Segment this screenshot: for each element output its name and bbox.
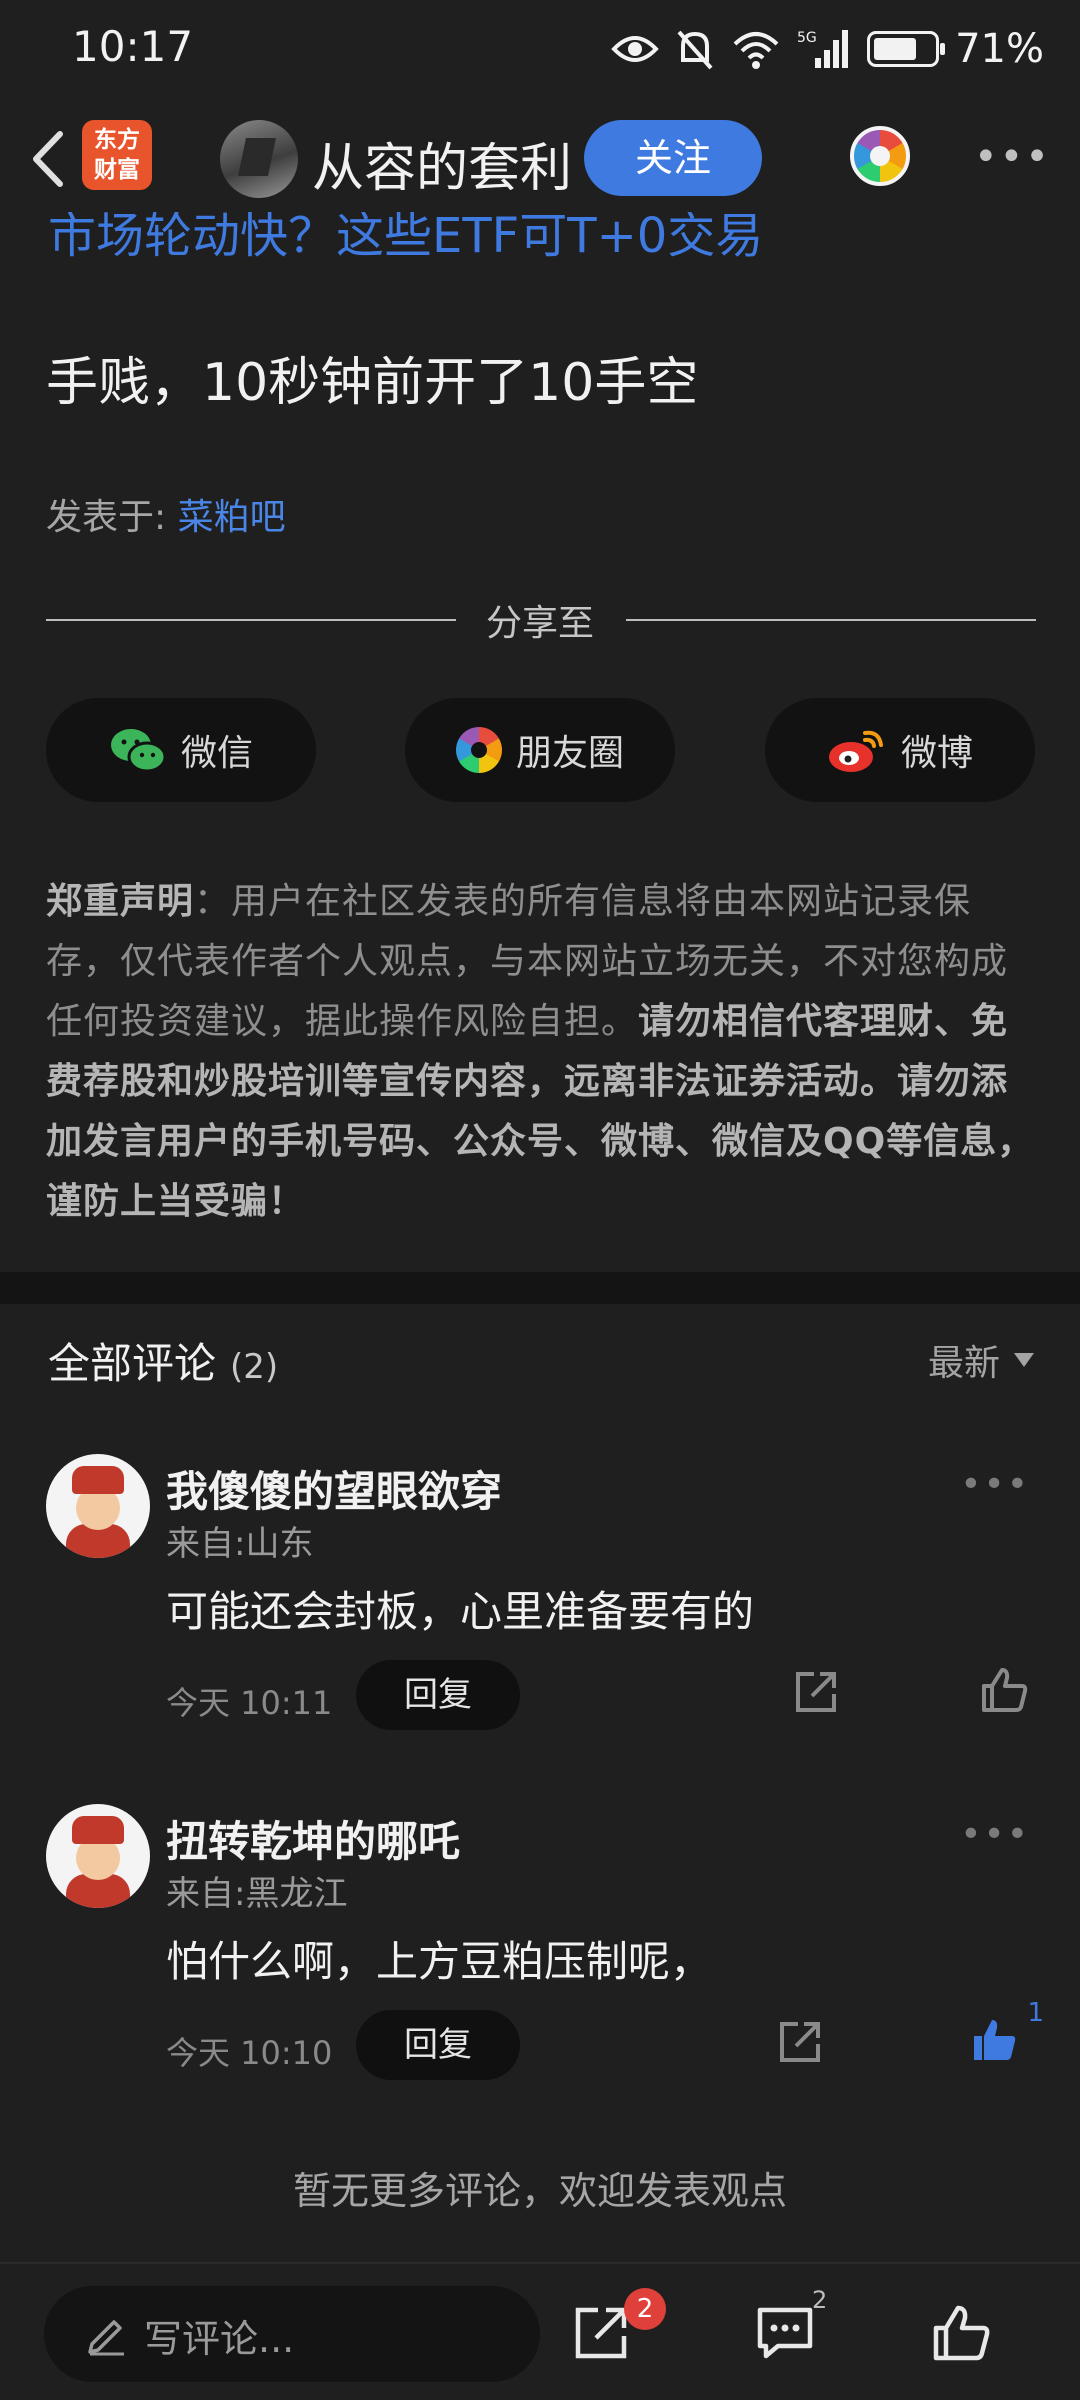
mute-bell-icon — [677, 30, 713, 70]
divider-line-right — [626, 619, 1036, 621]
share-icon[interactable] — [792, 1668, 840, 1716]
comment-item: 我傻傻的望眼欲穿 来自:山东 ••• 可能还会封板，心里准备要有的 今天 10:… — [0, 1454, 1080, 1784]
disclaimer-colon: ： — [194, 881, 232, 922]
bottom-action-bar: 写评论... 2 2 — [0, 2262, 1080, 2400]
dropdown-arrow-icon — [1014, 1353, 1034, 1367]
thumbs-up-icon[interactable] — [978, 1664, 1030, 1716]
share-badge: 2 — [624, 2288, 666, 2330]
follow-button[interactable]: 关注 — [584, 120, 762, 196]
forum-link[interactable]: 菜粕吧 — [178, 497, 286, 538]
svg-text:5G: 5G — [797, 30, 817, 46]
posted-in-label: 发表于: — [46, 497, 167, 538]
app-logo[interactable]: 东方 财富 — [82, 120, 152, 190]
back-arrow-icon[interactable] — [20, 124, 80, 194]
moments-share-icon[interactable] — [850, 126, 910, 186]
sort-dropdown[interactable]: 最新 — [928, 1334, 1034, 1386]
wifi-icon — [733, 32, 779, 69]
share-moments-button[interactable]: 朋友圈 — [405, 698, 675, 802]
commenter-location: 来自:黑龙江 — [166, 1874, 348, 1914]
share-icon[interactable] — [776, 2018, 824, 2066]
commenter-name[interactable]: 扭转乾坤的哪吒 — [166, 1808, 460, 1869]
comment-placeholder: 写评论... — [144, 2317, 295, 2361]
divider-line-left — [46, 619, 456, 621]
share-weibo-button[interactable]: 微博 — [765, 698, 1035, 802]
sort-label: 最新 — [927, 1343, 1000, 1384]
comment-time: 今天 10:11 — [166, 1684, 333, 1722]
commenter-name[interactable]: 我傻傻的望眼欲穿 — [166, 1458, 502, 1519]
weibo-icon — [828, 730, 883, 772]
share-title-text: 分享至 — [486, 603, 595, 644]
comment-text: 怕什么啊，上方豆粕压制呢， — [166, 1937, 713, 1986]
status-time: 10:17 — [72, 22, 194, 71]
comment-input[interactable]: 写评论... — [44, 2286, 540, 2382]
comment-more-icon[interactable]: ••• — [960, 1814, 1030, 1855]
comments-title: 全部评论 — [48, 1339, 217, 1388]
logo-text-line1: 东方 — [94, 127, 140, 153]
status-icons: 5G 71% — [611, 26, 1044, 72]
eye-icon — [611, 36, 659, 62]
no-more-comments: 暂无更多评论，欢迎发表观点 — [292, 2169, 787, 2213]
disclaimer-lead: 郑重声明 — [46, 881, 195, 922]
commenter-avatar[interactable] — [46, 1454, 150, 1558]
share-wechat-label: 微信 — [180, 733, 253, 774]
battery-icon — [867, 31, 946, 67]
commenter-avatar[interactable] — [46, 1804, 150, 1908]
share-wechat-button[interactable]: 微信 — [46, 698, 316, 802]
comment-count-badge: 2 — [812, 2286, 828, 2314]
wechat-icon — [110, 729, 167, 773]
like-count: 1 — [1027, 1998, 1044, 2028]
moments-icon — [455, 727, 502, 773]
status-bar: 10:17 5G 71% — [0, 0, 1080, 104]
logo-text-line2: 财富 — [94, 157, 140, 183]
share-moments-label: 朋友圈 — [515, 733, 624, 774]
share-weibo-label: 微博 — [900, 733, 973, 774]
posted-in: 发表于: 菜粕吧 — [46, 488, 286, 540]
post-content: 手贱，10秒钟前开了10手空 — [46, 353, 699, 413]
reply-button[interactable]: 回复 — [356, 1660, 520, 1730]
top-nav: 东方 财富 从容的套利 关注 ••• — [0, 104, 1080, 212]
battery-percent: 71% — [955, 26, 1044, 72]
cellular-5g-icon: 5G — [797, 30, 849, 68]
comment-text: 可能还会封板，心里准备要有的 — [166, 1587, 755, 1636]
comment-more-icon[interactable]: ••• — [960, 1464, 1030, 1505]
comment-time: 今天 10:10 — [166, 2034, 333, 2072]
section-divider — [0, 1272, 1080, 1304]
thumbs-up-filled-icon[interactable] — [968, 2014, 1020, 2066]
more-options-icon[interactable]: ••• — [974, 134, 1051, 180]
disclaimer: 郑重声明：用户在社区发表的所有信息将由本网站记录保存，仅代表作者个人观点，与本网… — [46, 872, 1036, 1232]
share-icon[interactable] — [570, 2302, 632, 2364]
comments-count: (2) — [230, 1347, 279, 1387]
share-section-title: 分享至 — [0, 588, 1080, 644]
author-name[interactable]: 从容的套利 — [312, 126, 572, 201]
comment-icon[interactable] — [754, 2302, 816, 2364]
comments-header: 全部评论 (2) — [48, 1330, 278, 1391]
pencil-icon — [88, 2320, 124, 2356]
commenter-location: 来自:山东 — [166, 1524, 314, 1564]
thumbs-up-icon[interactable] — [930, 2302, 992, 2364]
reply-button[interactable]: 回复 — [356, 2010, 520, 2080]
comment-item: 扭转乾坤的哪吒 来自:黑龙江 ••• 怕什么啊，上方豆粕压制呢， 今天 10:1… — [0, 1804, 1080, 2134]
author-avatar[interactable] — [220, 120, 298, 198]
